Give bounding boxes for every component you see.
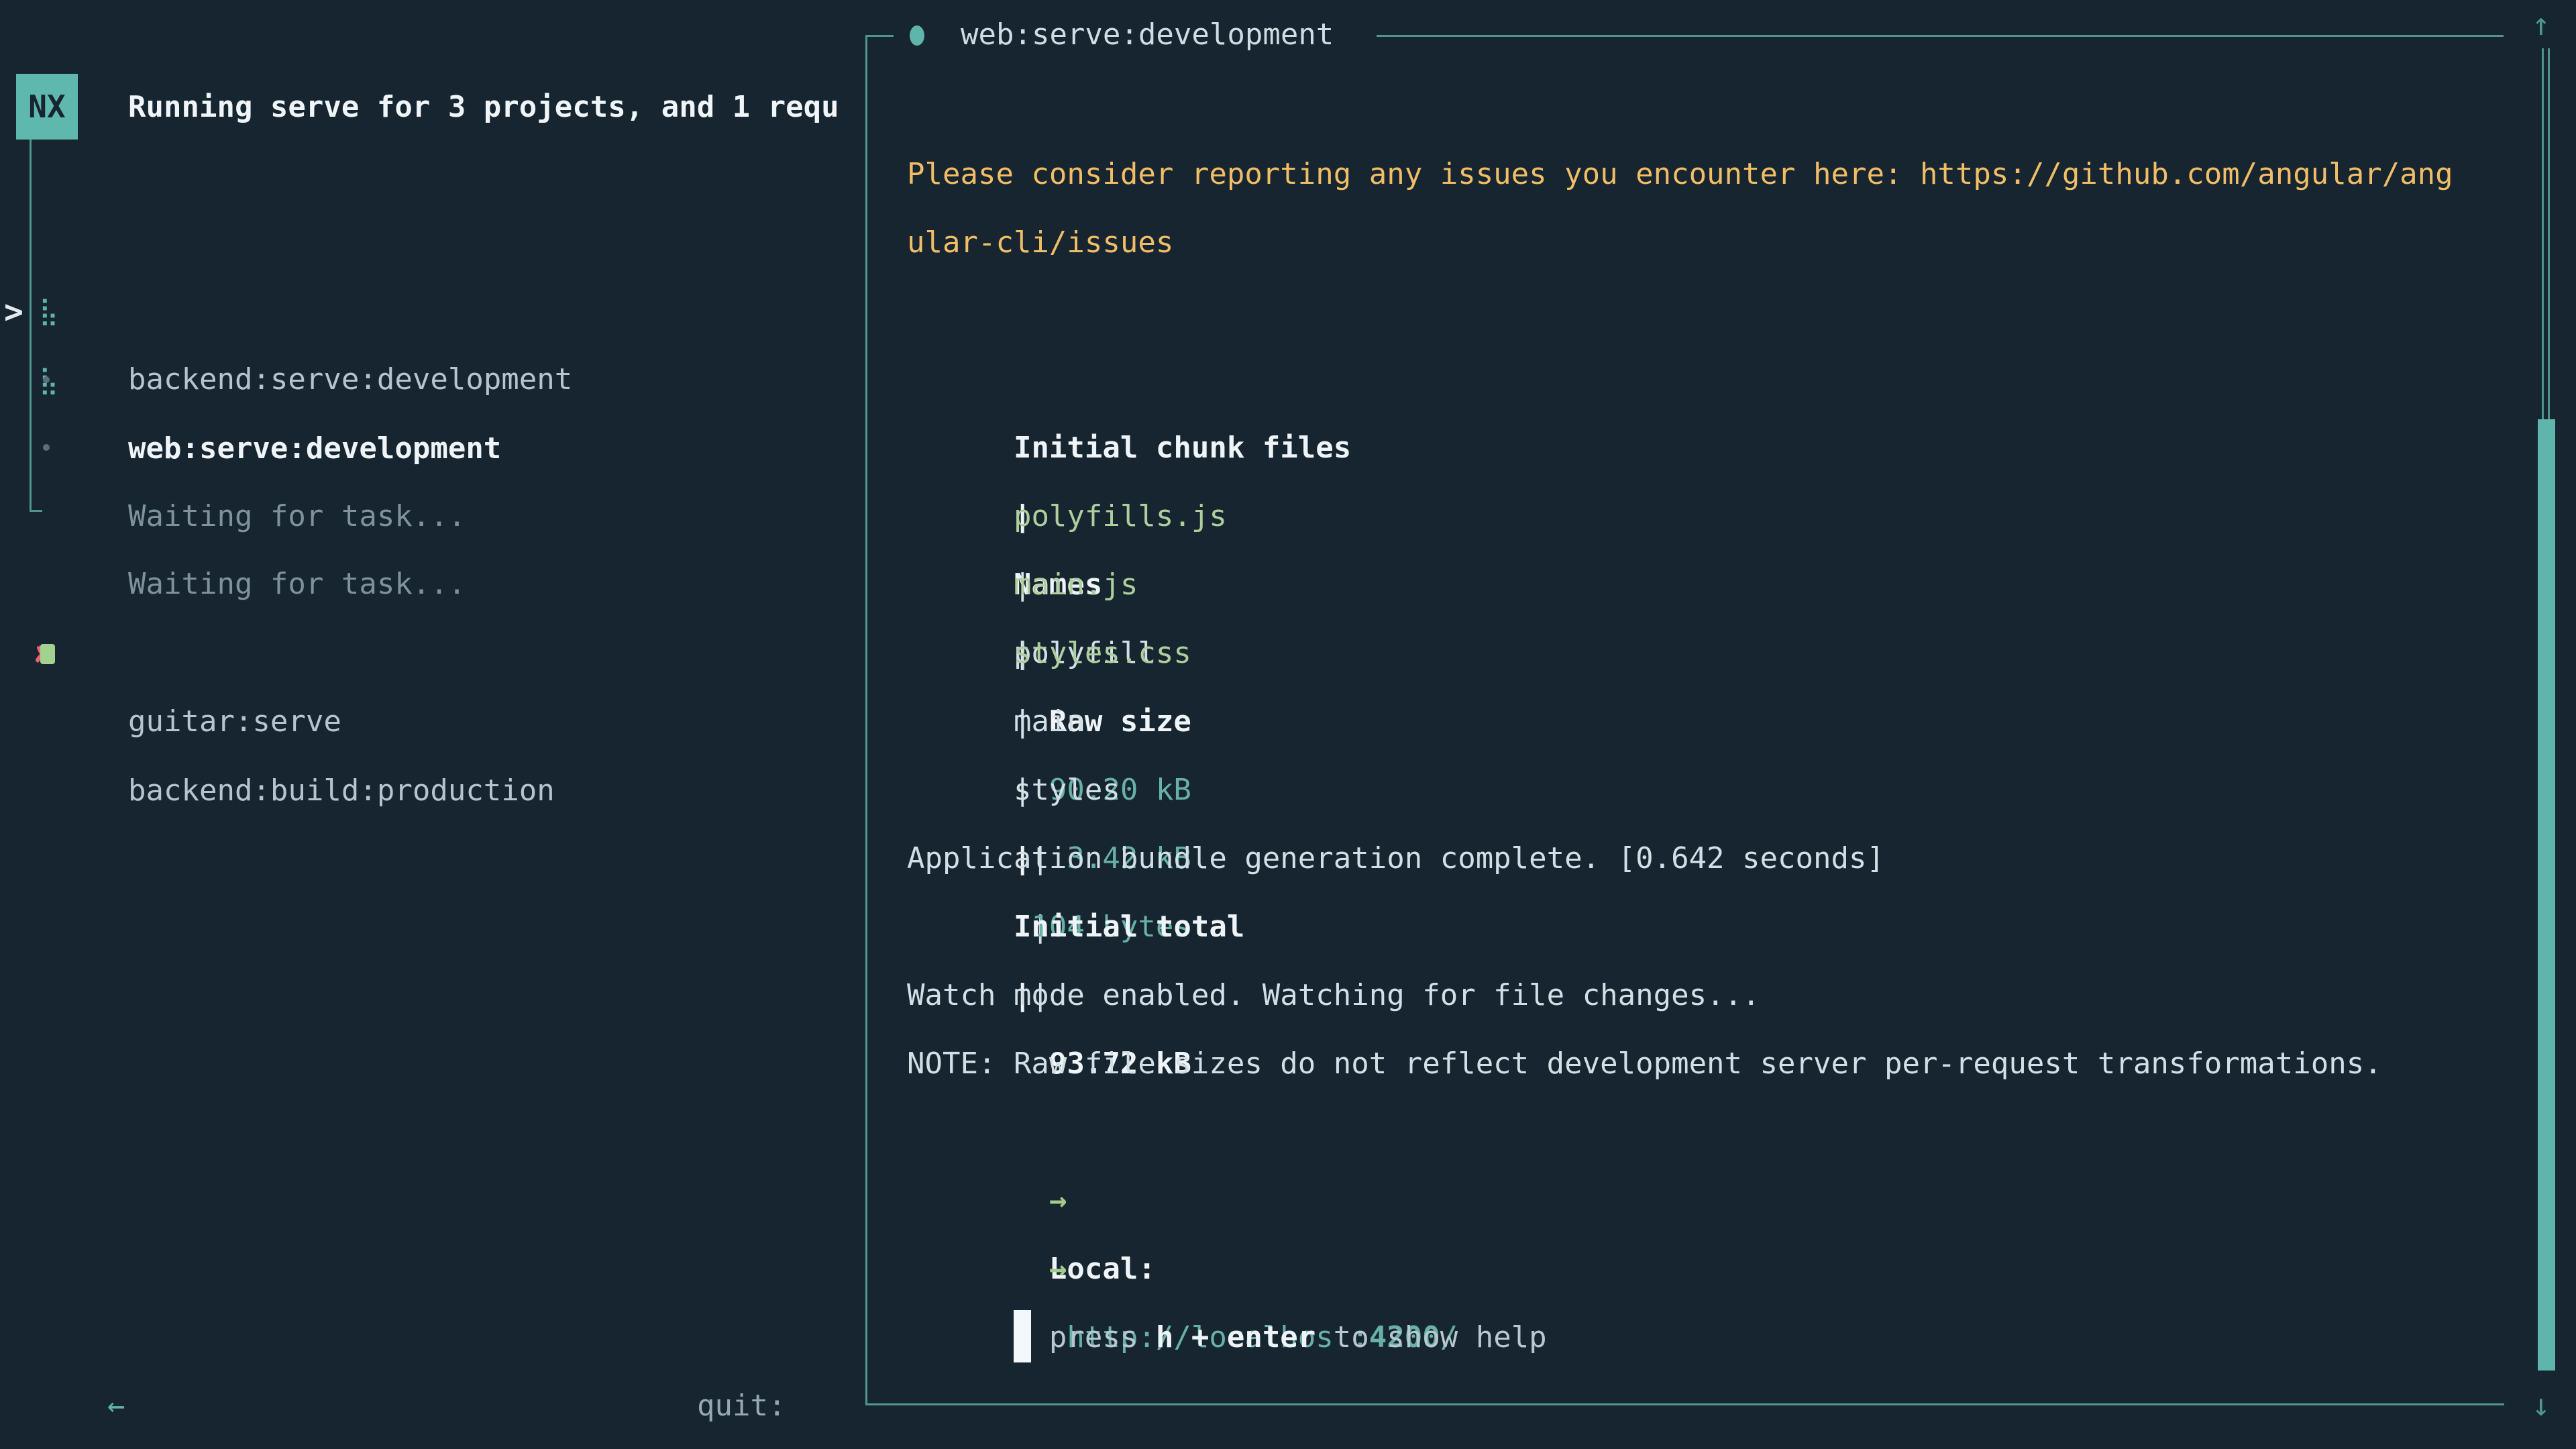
task-label: backend:build:production — [128, 757, 555, 825]
scrollbar-thumb[interactable] — [2538, 419, 2555, 1371]
panel-border-left — [865, 35, 867, 1405]
task-status-bullet-icon — [910, 25, 924, 46]
task-label: Waiting for task... — [128, 482, 466, 551]
chunk-file: styles.css — [1014, 619, 1369, 688]
task-row-guitar-serve[interactable]: ✘ guitar:serve — [0, 551, 859, 619]
panel-border-top-line — [1377, 35, 2504, 37]
table-header-row: Initial chunk files | Names | Raw size — [907, 345, 2504, 414]
table-header-files: Initial chunk files — [1014, 414, 1369, 482]
scroll-up-icon[interactable]: ↑ — [2532, 0, 2551, 48]
task-row-backend-build[interactable]: backend:build:production — [0, 620, 859, 688]
output-line-bundle-complete: Application bundle generation complete. … — [907, 824, 2504, 893]
quit-hint-label: quit: — [697, 1389, 804, 1423]
arrow-right-icon: → — [1049, 1183, 1067, 1218]
pager-prev-icon[interactable]: ← — [107, 1389, 125, 1423]
task-label: guitar:serve — [128, 688, 341, 756]
scrollbar-track[interactable] — [2542, 48, 2550, 419]
output-line-watch-mode: Watch mode enabled. Watching for file ch… — [907, 961, 2504, 1030]
task-row-backend-serve[interactable]: ⣧ backend:serve:development — [0, 209, 859, 277]
output-line-note: NOTE: Raw file sizes do not reflect deve… — [907, 1030, 2504, 1098]
square-icon — [40, 644, 55, 664]
nx-logo: NX — [16, 74, 78, 140]
help-hint-keys: h + enter — [1156, 1320, 1316, 1354]
output-line-issues-2: ular-cli/issues — [907, 209, 2504, 277]
dot-icon — [43, 376, 50, 383]
table-pipe: | — [1014, 688, 1049, 756]
chunk-name: main — [1014, 688, 1263, 756]
app-title: Running serve for 3 projects, and 1 requ — [128, 73, 859, 142]
output-blank-row — [907, 277, 2504, 345]
chunk-file: polyfills.js — [1014, 482, 1369, 551]
terminal-cursor — [1014, 1310, 1031, 1362]
terminal-output: Please consider reporting any issues you… — [907, 140, 2504, 1303]
nx-terminal-ui: NX Running serve for 3 projects, and 1 r… — [0, 0, 2576, 1449]
scroll-down-icon[interactable]: ↓ — [2532, 1381, 2551, 1429]
panel-border-bottom — [865, 1403, 2504, 1405]
dot-icon — [43, 444, 50, 451]
output-line-issues-1: Please consider reporting any issues you… — [907, 140, 2504, 209]
panel-title: web:serve:development — [961, 1, 1334, 69]
task-row-web-serve[interactable]: ⣧ web:serve:development — [0, 278, 859, 346]
help-hint-suffix: to show help — [1316, 1320, 1546, 1354]
task-row-waiting-1[interactable]: Waiting for task... — [0, 345, 859, 414]
help-hint-prefix: press — [1049, 1320, 1156, 1354]
table-total-label: Initial total — [1014, 893, 1263, 961]
output-line-help-hint: → press h + enter to show help — [907, 1167, 2504, 1235]
output-line-local-url: → Local: http://localhost:4200/ — [907, 1098, 2504, 1167]
task-row-waiting-2[interactable]: Waiting for task... — [0, 413, 859, 482]
arrow-right-icon: → — [1049, 1252, 1067, 1286]
keyboard-hints: quit: q help: ? — [0, 1303, 804, 1372]
chunk-file: main.js — [1014, 551, 1369, 619]
panel-border-top-stub — [865, 35, 894, 37]
